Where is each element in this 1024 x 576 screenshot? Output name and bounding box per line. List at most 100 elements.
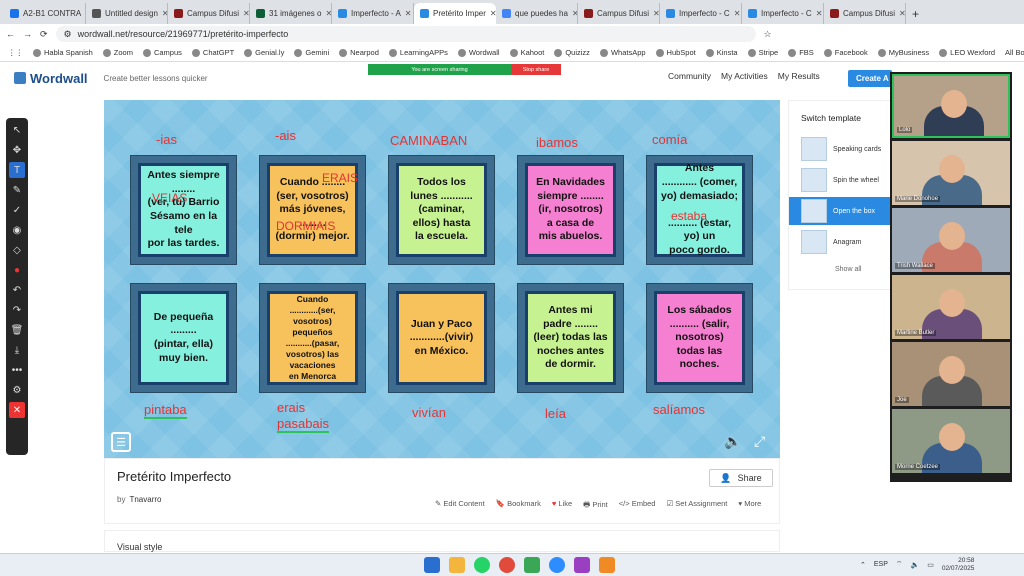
author-link[interactable]: Tnavarro	[129, 495, 161, 504]
trash-icon[interactable]: 🗑	[9, 322, 25, 338]
settings-icon[interactable]: ⚙	[9, 382, 25, 398]
browser-tab[interactable]: Pretérito Imper ✕	[414, 3, 496, 24]
clock[interactable]: 20:58 02/07/2025	[942, 557, 975, 573]
close-tab-icon[interactable]: ✕	[243, 9, 249, 18]
fullscreen-icon[interactable]: ⤢	[754, 433, 765, 450]
bookmark-item[interactable]: Facebook	[823, 48, 868, 57]
close-icon[interactable]: ✕	[9, 402, 25, 418]
activity-card[interactable]: Los sábados .......... (salir, nosotros)…	[646, 283, 753, 393]
bookmark-item[interactable]: Gemini	[294, 48, 329, 57]
participant-tile[interactable]: Joe	[892, 342, 1010, 406]
eraser-icon[interactable]: ◇	[9, 242, 25, 258]
vlc-icon[interactable]	[599, 557, 615, 573]
nav-link[interactable]: My Activities	[721, 71, 768, 81]
bookmark-item[interactable]: Nearpod	[339, 48, 379, 57]
browser-tab[interactable]: Imperfecto - C ✕	[660, 3, 742, 24]
close-tab-icon[interactable]: ✕	[899, 9, 905, 18]
bookmark-item[interactable]: Zoom	[102, 48, 133, 57]
app-icon[interactable]	[574, 557, 590, 573]
browser-tab[interactable]: Campus Difusi ✕	[168, 3, 250, 24]
volume-icon[interactable]: 🔈	[724, 433, 741, 450]
browser-tab[interactable]: que puedes ha ✕	[496, 3, 578, 24]
url-field[interactable]: ⚙ wordwall.net/resource/21969771/pretéri…	[55, 26, 756, 42]
wordwall-logo[interactable]: Wordwall	[14, 71, 88, 86]
bookmark-item[interactable]: Habla Spanish	[33, 48, 93, 57]
action-4[interactable]: </> Embed	[619, 499, 656, 512]
close-tab-icon[interactable]: ✕	[734, 9, 741, 18]
visual-style-section[interactable]: Visual style	[104, 530, 780, 552]
site-info-icon[interactable]: ⚙	[64, 29, 72, 40]
browser-tab[interactable]: Campus Difusi ✕	[578, 3, 660, 24]
new-tab-icon[interactable]: +	[906, 3, 925, 24]
bookmark-item[interactable]: Kahoot	[509, 48, 544, 57]
action-2[interactable]: ♥ Like	[552, 499, 572, 512]
text-tool-icon[interactable]: T	[9, 162, 25, 178]
browser-tab[interactable]: Untitled design ✕	[86, 3, 168, 24]
browser-tab[interactable]: 31 imágenes o ✕	[250, 3, 332, 24]
file-explorer-icon[interactable]	[449, 557, 465, 573]
spotlight-icon[interactable]: ◉	[9, 222, 25, 238]
windows-start-icon[interactable]	[424, 557, 440, 573]
action-3[interactable]: 🖶 Print	[583, 499, 608, 512]
activity-menu-button[interactable]: ☰	[111, 432, 131, 452]
check-icon[interactable]: ✓	[9, 202, 25, 218]
nav-link[interactable]: My Results	[778, 71, 820, 81]
stop-share-button[interactable]: Stop share	[511, 64, 561, 75]
all-bookmarks[interactable]: All Bookmarks	[1005, 48, 1024, 57]
bookmark-item[interactable]: Wordwall	[457, 48, 500, 57]
action-5[interactable]: ☑ Set Assignment	[666, 499, 727, 512]
template-item[interactable]: Anagram	[801, 228, 893, 256]
browser-tab[interactable]: Campus Difusi ✕	[824, 3, 906, 24]
battery-icon[interactable]: ▭	[927, 561, 934, 569]
move-icon[interactable]: ✥	[9, 142, 25, 158]
browser-tab[interactable]: A2-B1 CONTRA✕	[4, 3, 86, 24]
bookmark-item[interactable]: WhatsApp	[599, 48, 646, 57]
participant-tile[interactable]: Martine Butler	[892, 275, 1010, 339]
whatsapp-icon[interactable]	[474, 557, 490, 573]
undo-icon[interactable]: ↶	[9, 282, 25, 298]
activity-card[interactable]: En Navidades siempre ........ (ir, nosot…	[517, 155, 624, 265]
bookmark-item[interactable]: Kinsta	[705, 48, 738, 57]
close-tab-icon[interactable]: ✕	[816, 9, 823, 18]
participant-tile[interactable]: Morne Coetzee	[892, 409, 1010, 473]
pointer-icon[interactable]: ↖	[9, 122, 25, 138]
browser-tab[interactable]: Imperfecto - C ✕	[742, 3, 824, 24]
activity-card[interactable]: Antes mi padre ........ (leer) todas las…	[517, 283, 624, 393]
participant-tile[interactable]: Lolo	[892, 74, 1010, 138]
bookmark-item[interactable]: ChatGPT	[191, 48, 234, 57]
close-tab-icon[interactable]: ✕	[653, 9, 659, 18]
bookmark-star-icon[interactable]: ☆	[764, 29, 772, 40]
color-icon[interactable]: ●	[9, 262, 25, 278]
chevron-up-icon[interactable]: ⌃	[860, 561, 866, 569]
bookmark-item[interactable]: Campus	[142, 48, 182, 57]
activity-card[interactable]: Antes siempre ........ (ver, tú) Barrio …	[130, 155, 237, 265]
chrome-icon[interactable]	[499, 557, 515, 573]
show-all-link[interactable]: Show all	[835, 266, 861, 273]
bookmark-item[interactable]: LEO Wexford	[939, 48, 995, 57]
pen-icon[interactable]: ✎	[9, 182, 25, 198]
apps-grid-icon[interactable]: ⋮⋮	[8, 48, 23, 57]
bookmark-item[interactable]: FBS	[788, 48, 814, 57]
action-6[interactable]: ▾ More	[738, 499, 761, 512]
save-icon[interactable]: ⤓	[9, 342, 25, 358]
spreadsheet-icon[interactable]	[524, 557, 540, 573]
participant-tile[interactable]: Marie Donohoe	[892, 141, 1010, 205]
zoom-icon[interactable]	[549, 557, 565, 573]
close-tab-icon[interactable]: ✕	[405, 9, 412, 18]
activity-card[interactable]: Todos los lunes ........... (caminar, el…	[388, 155, 495, 265]
action-0[interactable]: ✎ Edit Content	[435, 499, 485, 512]
template-item[interactable]: Spin the wheel	[801, 166, 893, 194]
more-icon[interactable]: •••	[9, 362, 25, 378]
bookmark-item[interactable]: Genial.ly	[244, 48, 284, 57]
template-item[interactable]: Speaking cards	[801, 135, 893, 163]
language-indicator[interactable]: ESP	[874, 561, 888, 568]
redo-icon[interactable]: ↷	[9, 302, 25, 318]
action-1[interactable]: 🔖 Bookmark	[496, 499, 541, 512]
reload-icon[interactable]: ⟳	[40, 29, 48, 40]
activity-card[interactable]: Juan y Paco ............(vivir) en Méxic…	[388, 283, 495, 393]
activity-card[interactable]: Cuando ............(ser, vosotros) peque…	[259, 283, 366, 393]
speaker-icon[interactable]: 🔈	[910, 561, 919, 569]
nav-link[interactable]: Community	[668, 71, 711, 81]
share-button[interactable]: 👤 Share	[709, 469, 773, 487]
bookmark-item[interactable]: Stripe	[747, 48, 778, 57]
